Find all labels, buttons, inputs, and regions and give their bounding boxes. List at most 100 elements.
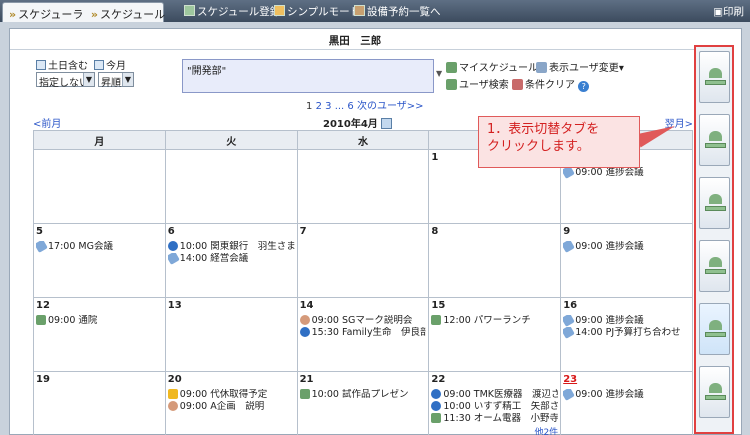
day-number[interactable] xyxy=(168,152,295,163)
schedule-event[interactable]: 09:00 SGマーク説明会 xyxy=(299,315,427,327)
weekday-header: 水 xyxy=(296,130,430,150)
calendar-day-cell[interactable]: 9 09:00 進捗会議 xyxy=(560,223,693,298)
calendar-day-cell[interactable]: 15 12:00 パワーランチ xyxy=(428,297,562,372)
view-tab-6[interactable] xyxy=(699,366,730,418)
day-number[interactable]: 20 xyxy=(168,374,295,385)
group-week-icon xyxy=(709,131,722,141)
schedule-event[interactable]: 15:30 Family生命 伊良部さま xyxy=(299,327,426,339)
chain-icon xyxy=(167,401,178,411)
schedule-event[interactable]: 10:00 関東銀行 羽生さま xyxy=(167,241,295,253)
my-schedule-icon xyxy=(446,62,457,73)
print-button[interactable]: ▣印刷 xyxy=(713,4,744,19)
calendar-day-cell[interactable]: 7 xyxy=(296,223,430,298)
this-month-button[interactable]: 今月 xyxy=(94,57,126,72)
day-number[interactable]: 22 xyxy=(431,374,558,385)
day-number[interactable]: 15 xyxy=(431,300,558,311)
schedule-event[interactable]: 09:00 進捗会議 xyxy=(563,241,690,253)
page-link[interactable]: 2 xyxy=(316,101,322,112)
view-tab-3[interactable] xyxy=(699,177,730,229)
schedule-event[interactable]: 12:00 パワーランチ xyxy=(431,315,558,327)
schedule-event[interactable]: 09:00 A企画 説明 xyxy=(167,401,295,413)
day-number[interactable]: 5 xyxy=(36,226,163,237)
schedule-event[interactable]: 11:30 オーム電器 小野寺さま xyxy=(431,413,558,425)
view-tab-4[interactable] xyxy=(699,240,730,292)
weekend-toggle[interactable]: 土日含む xyxy=(36,57,88,72)
day-number[interactable]: 6 xyxy=(168,226,295,237)
tag-icon xyxy=(563,327,576,339)
menu-schedule-register[interactable]: スケジュール登録 xyxy=(184,4,280,19)
users-dropdown-icon[interactable]: ▼ xyxy=(436,69,442,78)
chevron-down-icon: ▼ xyxy=(83,73,94,86)
schedule-event[interactable]: 09:00 TMK医療器 渡辺さま xyxy=(431,389,558,401)
help-icon[interactable]: ? xyxy=(578,81,590,92)
schedule-event[interactable]: 09:00 代休取得予定 xyxy=(167,389,295,401)
schedule-event[interactable]: 09:00 進捗会議 xyxy=(563,315,690,327)
star-icon xyxy=(167,389,178,399)
page-link[interactable]: 6 xyxy=(347,101,353,112)
chevron-down-icon: ▼ xyxy=(122,73,133,86)
tab-bar-graphic xyxy=(705,80,726,85)
calendar-day-cell[interactable]: 6 10:00 関東銀行 羽生さま 14:00 経営会議 xyxy=(164,223,298,298)
change-users-button[interactable]: 表示ユーザ変更▾ xyxy=(536,59,624,74)
day-number[interactable]: 23 xyxy=(563,374,690,385)
user-search-icon xyxy=(446,79,457,90)
view-tab-2[interactable] xyxy=(699,114,730,166)
schedule-event[interactable]: 14:00 PJ予算打ち合わせ xyxy=(563,327,690,339)
view-tab-5[interactable] xyxy=(699,303,730,355)
day-number[interactable]: 9 xyxy=(563,226,690,237)
day-number[interactable] xyxy=(300,152,427,163)
my-schedule-button[interactable]: マイスケジュール xyxy=(446,59,538,74)
calendar-day-cell[interactable]: 16 09:00 進捗会議 14:00 PJ予算打ち合わせ xyxy=(560,297,693,372)
page-link[interactable]: 3 xyxy=(325,101,331,112)
calendar-day-cell[interactable]: 8 xyxy=(428,223,562,298)
schedule-event[interactable]: 09:00 進捗会議 xyxy=(563,389,690,401)
prev-month-link[interactable]: <前月 xyxy=(33,115,61,130)
sort-key-select[interactable]: 指定しない ▼ xyxy=(36,72,95,89)
simple-mode-icon xyxy=(274,5,285,16)
schedule-event[interactable]: 10:00 試作品プレゼン xyxy=(299,389,427,401)
calendar-day-cell[interactable]: 22 09:00 TMK医療器 渡辺さま 10:00 いすず精工 矢部さま 11:30… xyxy=(428,371,562,435)
instruction-callout: 1．表示切替タブを クリックします。 xyxy=(478,116,640,168)
day-number[interactable]: 21 xyxy=(300,374,427,385)
next-users-link[interactable]: 次のユーザ>> xyxy=(357,101,424,112)
schedule-event[interactable]: 17:00 MG会議 xyxy=(36,241,163,253)
view-tab-1[interactable] xyxy=(699,51,730,103)
menu-simple-mode[interactable]: シンプルモード xyxy=(274,4,360,19)
users-textarea[interactable]: "開発部" xyxy=(182,59,434,93)
calendar-day-cell[interactable]: 12 09:00 通院 xyxy=(33,297,166,372)
calendar-day-cell[interactable]: 14 09:00 SGマーク説明会15:30 Family生命 伊良部さま xyxy=(296,297,430,372)
person-list-icon xyxy=(709,383,722,393)
day-number[interactable] xyxy=(36,152,163,163)
schedule-event[interactable]: 09:00 通院 xyxy=(36,315,163,327)
info-icon xyxy=(431,401,442,411)
schedule-event[interactable]: 10:00 いすず精工 矢部さま xyxy=(431,401,558,413)
clear-conditions-button[interactable]: 条件クリア ? xyxy=(512,76,590,92)
calendar-day-cell[interactable]: 13 xyxy=(164,297,298,372)
day-number[interactable]: 14 xyxy=(300,300,427,311)
calendar-day-cell[interactable]: 21 10:00 試作品プレゼン xyxy=(296,371,430,435)
day-number[interactable]: 8 xyxy=(431,226,558,237)
schedule-event[interactable]: 14:00 経営会議 xyxy=(167,253,295,265)
calendar-grid-icon xyxy=(94,60,104,70)
event-label: 12:00 パワーランチ xyxy=(443,315,531,326)
tab-scheduler[interactable]: » スケジューラ » スケジュール xyxy=(2,2,165,22)
more-events-link[interactable]: 他2件 xyxy=(431,425,558,435)
person-icon xyxy=(36,315,46,325)
user-search-button[interactable]: ユーザ検索 xyxy=(446,76,509,91)
day-number[interactable]: 19 xyxy=(36,374,163,385)
calendar-day-cell[interactable]: 23 09:00 進捗会議 xyxy=(560,371,693,435)
day-number[interactable]: 7 xyxy=(300,226,427,237)
day-number[interactable]: 16 xyxy=(563,300,690,311)
schedule-event[interactable]: 09:00 進捗会議 xyxy=(563,167,690,179)
menu-facility-list[interactable]: 設備予約一覧へ xyxy=(354,4,441,19)
day-number[interactable]: 12 xyxy=(36,300,163,311)
calendar-picker-icon[interactable] xyxy=(380,118,392,129)
calendar-day-cell[interactable]: 19 xyxy=(33,371,166,435)
sort-order-select[interactable]: 昇順 ▼ xyxy=(98,72,134,89)
calendar-day-cell[interactable] xyxy=(164,149,298,224)
calendar-day-cell[interactable] xyxy=(296,149,430,224)
calendar-day-cell[interactable]: 5 17:00 MG会議 xyxy=(33,223,166,298)
calendar-day-cell[interactable] xyxy=(33,149,166,224)
calendar-day-cell[interactable]: 20 09:00 代休取得予定 09:00 A企画 説明 xyxy=(164,371,298,435)
day-number[interactable]: 13 xyxy=(168,300,295,311)
